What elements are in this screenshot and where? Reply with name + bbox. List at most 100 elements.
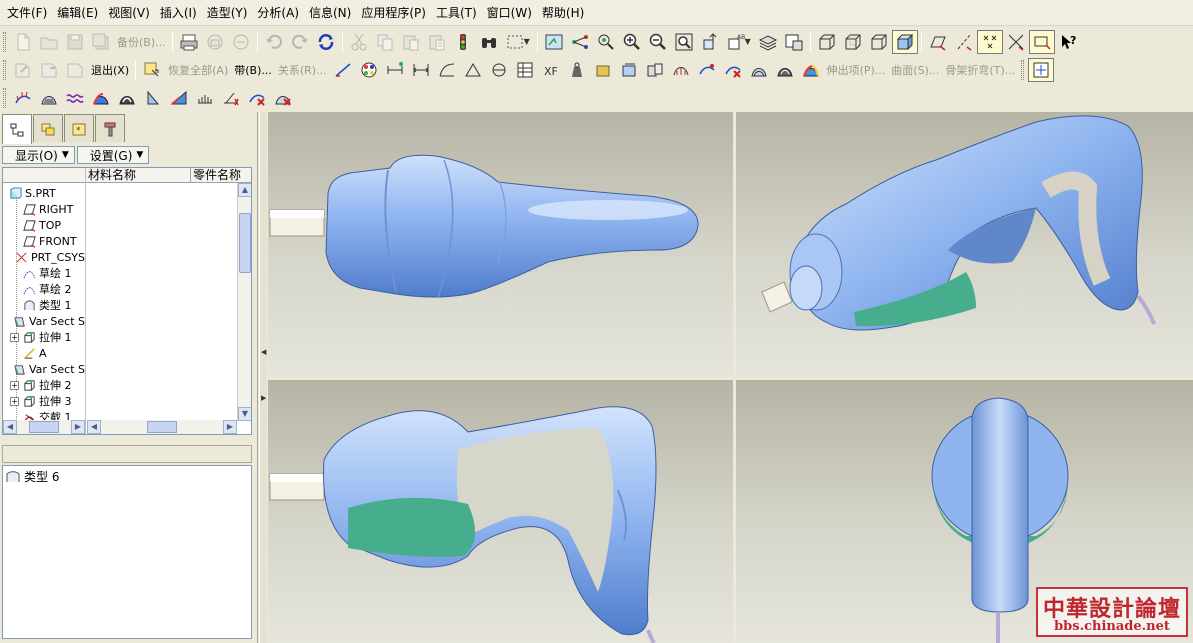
menu-tools[interactable]: 工具(T) — [431, 4, 482, 21]
tree-item[interactable]: S.PRT — [3, 185, 85, 201]
reflection-shaded-icon[interactable] — [114, 86, 140, 110]
restore-all-button[interactable]: 恢复全部(A) — [165, 62, 231, 78]
toolbar-grip[interactable] — [1021, 60, 1025, 80]
menu-info[interactable]: 信息(N) — [304, 4, 356, 21]
scroll-up-icon[interactable]: ▲ — [238, 183, 251, 197]
color-palette-icon[interactable] — [356, 58, 382, 82]
relations-button[interactable]: 关系(R)... — [275, 62, 330, 78]
resume-icon[interactable] — [62, 58, 88, 82]
toolbar-grip[interactable] — [3, 87, 6, 108]
no-hidden-icon[interactable] — [866, 30, 892, 54]
scroll-left-icon[interactable]: ◀ — [87, 420, 101, 434]
zoom-in-icon[interactable] — [619, 30, 645, 54]
measure-diameter-icon[interactable] — [486, 58, 512, 82]
tree-item[interactable]: + 拉伸 1 — [3, 329, 85, 345]
print-icon[interactable] — [176, 30, 202, 54]
csys-display-icon[interactable] — [1003, 30, 1029, 54]
viewport-front-view[interactable] — [268, 380, 733, 643]
ribbon-button[interactable]: 带(B)... — [231, 62, 275, 78]
scroll-thumb[interactable] — [239, 213, 251, 273]
menu-modeling[interactable]: 造型(Y) — [202, 4, 253, 21]
edit-definition-icon[interactable] — [10, 58, 36, 82]
tab-model-tree[interactable] — [2, 114, 32, 144]
deviation-icon[interactable] — [62, 86, 88, 110]
measure-area-icon[interactable] — [434, 58, 460, 82]
menu-edit[interactable]: 编辑(E) — [52, 4, 103, 21]
insert-mode-icon[interactable] — [36, 58, 62, 82]
datum-axes-icon[interactable] — [951, 30, 977, 54]
save-icon[interactable] — [62, 30, 88, 54]
menu-window[interactable]: 窗口(W) — [482, 4, 537, 21]
layer-panel-header[interactable] — [2, 445, 252, 463]
save-copy-icon[interactable] — [88, 30, 114, 54]
offset-analysis-icon[interactable] — [192, 86, 218, 110]
regenerate-icon[interactable] — [313, 30, 339, 54]
sketch-grid-icon[interactable] — [1028, 58, 1055, 82]
scroll-right-icon[interactable]: ▶ — [223, 420, 237, 434]
menu-view[interactable]: 视图(V) — [103, 4, 155, 21]
thickness-icon[interactable] — [616, 58, 642, 82]
menu-insert[interactable]: 插入(I) — [155, 4, 202, 21]
redo-icon[interactable] — [287, 30, 313, 54]
shaded-draft-icon[interactable] — [88, 86, 114, 110]
refit-icon[interactable] — [671, 30, 697, 54]
spinal-bend-button[interactable]: 骨架折弯(T)... — [942, 62, 1018, 78]
show-dropdown[interactable]: 显示(O) ▼ — [2, 146, 75, 164]
surface-curvature-icon[interactable] — [36, 86, 62, 110]
measure-angle-icon[interactable] — [460, 58, 486, 82]
layers-icon[interactable] — [755, 30, 781, 54]
tree-item[interactable]: Var Sect Sweep — [3, 361, 85, 377]
part-name-column-header[interactable]: 零件名称 — [191, 168, 251, 183]
material-column-header[interactable]: 材料名称 — [86, 168, 191, 183]
reorient-icon[interactable] — [697, 30, 723, 54]
clearance-icon[interactable] — [642, 58, 668, 82]
reflection-icon[interactable] — [772, 58, 798, 82]
tree-item[interactable]: TOP — [3, 217, 85, 233]
curve-analysis-icon[interactable] — [694, 58, 720, 82]
sketch-line-icon[interactable] — [330, 58, 356, 82]
chevron-down-icon[interactable]: ▼ — [524, 37, 532, 46]
tree-column-header[interactable] — [3, 168, 86, 183]
zoom-out-icon[interactable] — [645, 30, 671, 54]
restore-all-icon[interactable] — [139, 58, 165, 82]
help-pointer-icon[interactable]: ? — [1055, 30, 1081, 54]
tree-item[interactable]: 草绘 2 — [3, 281, 85, 297]
menu-applications[interactable]: 应用程序(P) — [356, 4, 431, 21]
section-analysis-icon[interactable] — [140, 86, 166, 110]
spin-center-icon[interactable] — [567, 30, 593, 54]
delete-curve-analysis-icon[interactable] — [244, 86, 270, 110]
send-link-icon[interactable] — [228, 30, 254, 54]
undo-icon[interactable] — [261, 30, 287, 54]
toolbar-grip[interactable] — [3, 31, 6, 52]
copy-icon[interactable] — [372, 30, 398, 54]
delete-analysis-icon[interactable] — [720, 58, 746, 82]
columns-horizontal-scrollbar[interactable]: ◀ ▶ — [87, 420, 237, 434]
view-manager-icon[interactable] — [781, 30, 807, 54]
hidden-line-icon[interactable] — [840, 30, 866, 54]
tab-favorites[interactable]: * — [64, 114, 94, 142]
tree-item[interactable]: A — [3, 345, 85, 361]
model-analysis-icon[interactable] — [512, 58, 538, 82]
annotation-icon[interactable] — [1028, 29, 1055, 54]
new-file-icon[interactable] — [10, 30, 36, 54]
tree-item[interactable]: 类型 1 — [3, 297, 85, 313]
curve-curvature-icon[interactable] — [10, 86, 36, 110]
menu-file[interactable]: 文件(F) — [2, 4, 52, 21]
datum-points-icon[interactable] — [976, 29, 1003, 54]
tab-folder-browser[interactable] — [33, 114, 63, 142]
collapse-arrow-icon[interactable]: ◀ — [261, 348, 266, 356]
curvature-icon[interactable] — [668, 58, 694, 82]
measure-distance-icon[interactable] — [382, 58, 408, 82]
tree-item[interactable]: 草绘 1 — [3, 265, 85, 281]
open-file-icon[interactable] — [36, 30, 62, 54]
find-binoculars-icon[interactable] — [476, 30, 502, 54]
tree-item[interactable]: Var Sect Sweep — [3, 313, 85, 329]
paste-icon[interactable] — [398, 30, 424, 54]
menu-analysis[interactable]: 分析(A) — [252, 4, 304, 21]
shading-icon[interactable] — [891, 29, 918, 54]
wireframe-icon[interactable] — [814, 30, 840, 54]
tree-horizontal-scrollbar[interactable]: ◀ ▶ — [3, 420, 85, 434]
orient-mode-icon[interactable] — [593, 30, 619, 54]
tree-item[interactable]: PRT_CSYS — [3, 249, 85, 265]
scroll-thumb[interactable] — [147, 421, 177, 433]
